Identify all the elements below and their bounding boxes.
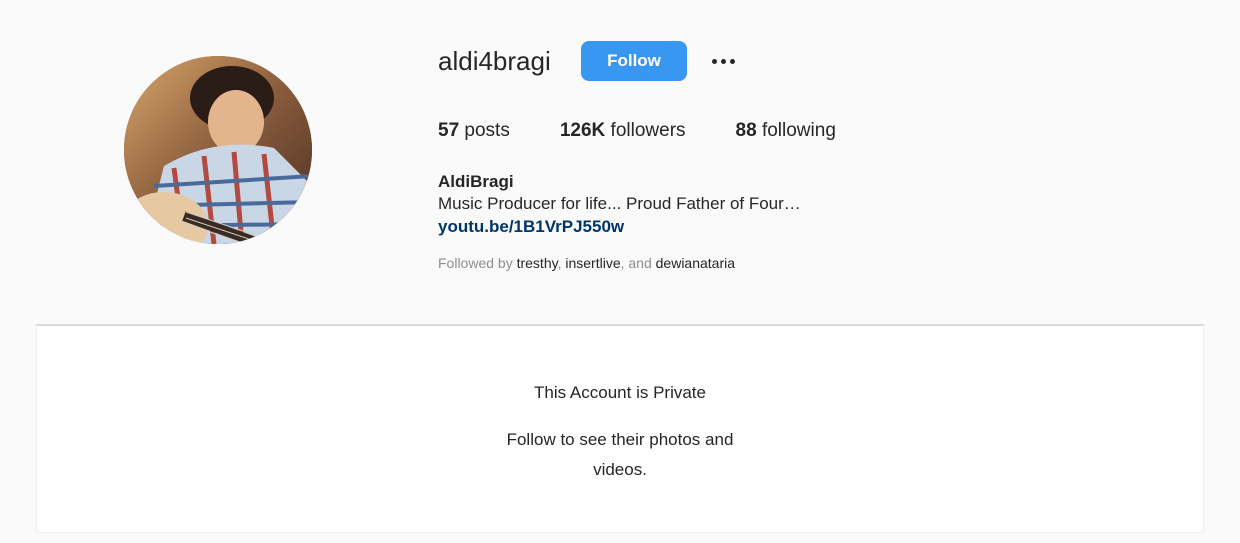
private-account-panel: This Account is Private Follow to see th… — [36, 325, 1204, 533]
profile-page: aldi4bragi Follow 57 posts 126K follower… — [0, 0, 1240, 543]
followed-by-account[interactable]: insertlive — [565, 255, 620, 271]
following-count: 88 — [735, 120, 757, 141]
profile-full-name: AldiBragi — [438, 172, 514, 191]
stat-followers[interactable]: 126K followers — [560, 119, 686, 143]
avatar-photo — [124, 56, 312, 244]
more-dot — [729, 58, 735, 64]
private-account-title: This Account is Private — [534, 383, 706, 402]
followed-by-separator: , — [557, 255, 562, 271]
profile-bio: Music Producer for life... Proud Father … — [438, 194, 801, 213]
profile-avatar[interactable] — [124, 56, 312, 244]
follow-button[interactable]: Follow — [581, 41, 687, 81]
profile-username: aldi4bragi — [438, 46, 551, 76]
followed-by-account[interactable]: tresthy — [517, 255, 558, 271]
followers-label: followers — [610, 120, 686, 141]
more-options-icon[interactable] — [707, 48, 739, 74]
followed-by-prefix: Followed by — [438, 255, 513, 271]
following-label: following — [761, 120, 836, 141]
followed-by-conjunction: , and — [620, 255, 652, 271]
followed-by[interactable]: Followed by tresthy, insertlive, and dew… — [438, 254, 735, 272]
followers-count: 126K — [559, 120, 606, 141]
private-account-message: Follow to see their photos and videos. — [506, 430, 734, 479]
more-dot — [720, 58, 726, 64]
followed-by-account[interactable]: dewianataria — [656, 255, 735, 271]
posts-label: posts — [464, 120, 510, 141]
profile-stats: 57 posts 126K followers 88 following — [438, 119, 886, 143]
posts-count: 57 — [438, 120, 460, 141]
stat-following[interactable]: 88 following — [736, 119, 836, 143]
more-dot — [711, 58, 717, 64]
profile-website-link[interactable]: youtu.be/1B1VrPJ550w — [438, 217, 624, 237]
stat-posts: 57 posts — [438, 119, 510, 143]
